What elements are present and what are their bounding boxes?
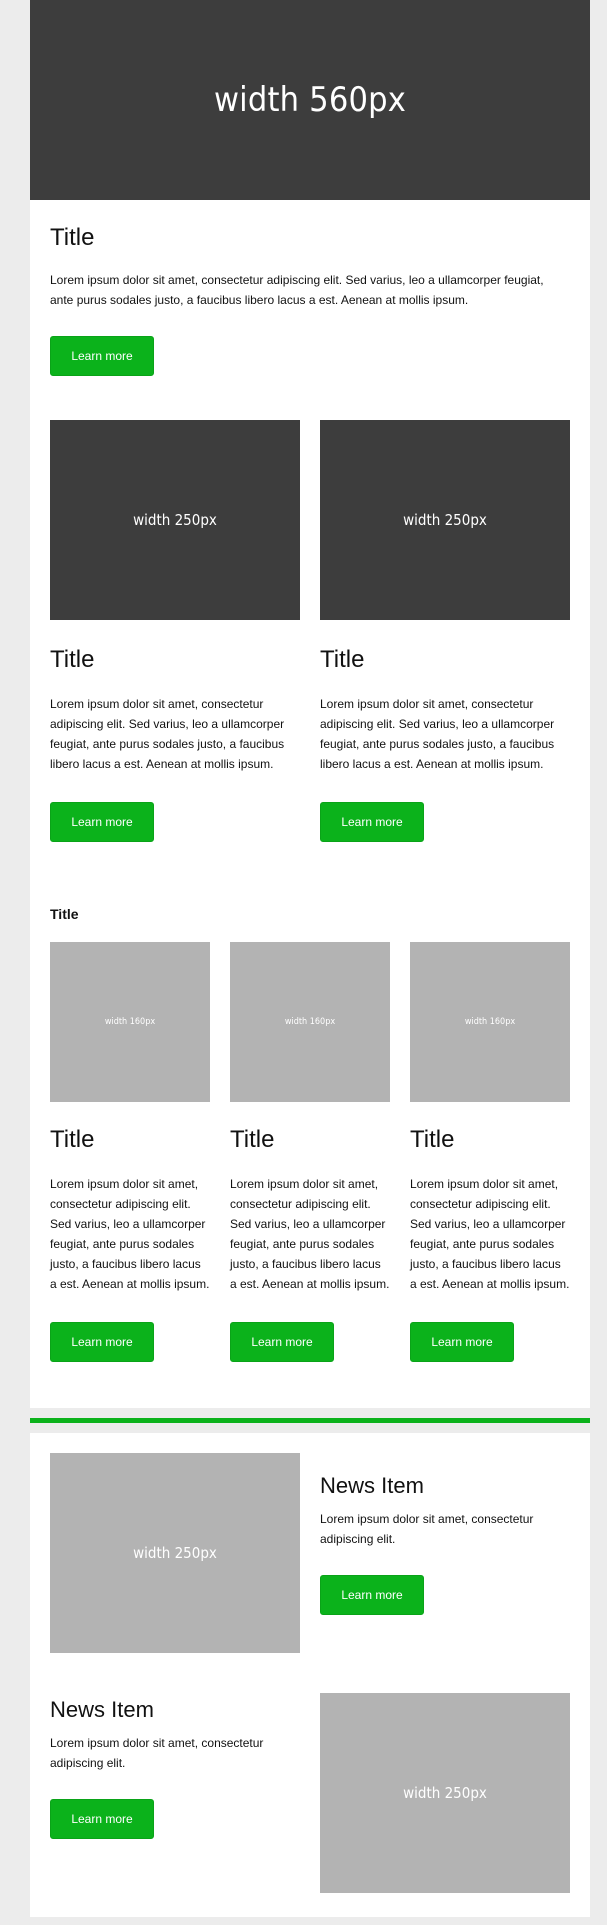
image-placeholder: width 250px <box>50 420 300 620</box>
learn-more-button[interactable]: Learn more <box>410 1322 514 1362</box>
image-label: width 250px <box>133 511 217 529</box>
news-body: Lorem ipsum dolor sit amet, consectetur … <box>320 1512 534 1546</box>
news-item: width 250px News Item Lorem ipsum dolor … <box>50 1453 570 1653</box>
image-label: width 160px <box>104 1017 156 1027</box>
intro-section: Title Lorem ipsum dolor sit amet, consec… <box>50 200 570 396</box>
image-label: width 250px <box>403 511 487 529</box>
news-image-placeholder: width 250px <box>50 1453 300 1653</box>
content-card: Title Lorem ipsum dolor sit amet, consec… <box>30 200 590 1408</box>
image-placeholder: width 160px <box>50 942 210 1102</box>
three-column-item: width 160px Title Lorem ipsum dolor sit … <box>230 942 390 1362</box>
column-body: Lorem ipsum dolor sit amet, consectetur … <box>50 697 285 771</box>
learn-more-button[interactable]: Learn more <box>230 1322 334 1362</box>
image-placeholder: width 250px <box>320 420 570 620</box>
hero-image-label: width 560px <box>213 80 407 120</box>
column-body: Lorem ipsum dolor sit amet, consectetur … <box>230 1177 390 1291</box>
news-learn-more-button[interactable]: Learn more <box>320 1575 424 1615</box>
news-title: News Item <box>50 1697 154 1722</box>
two-column-item: width 250px Title Lorem ipsum dolor sit … <box>50 420 300 842</box>
image-placeholder: width 160px <box>410 942 570 1102</box>
intro-body: Lorem ipsum dolor sit amet, consectetur … <box>50 273 544 307</box>
column-title: Title <box>50 646 95 673</box>
two-column-row: width 250px Title Lorem ipsum dolor sit … <box>50 420 570 842</box>
three-column-section-title: Title <box>50 906 79 922</box>
intro-title: Title <box>50 224 95 251</box>
three-column-item: width 160px Title Lorem ipsum dolor sit … <box>410 942 570 1362</box>
news-text: News Item Lorem ipsum dolor sit amet, co… <box>50 1693 300 1893</box>
news-item: News Item Lorem ipsum dolor sit amet, co… <box>50 1693 570 1893</box>
column-title: Title <box>410 1126 455 1153</box>
image-label: width 160px <box>284 1017 336 1027</box>
news-body: Lorem ipsum dolor sit amet, consectetur … <box>50 1736 264 1770</box>
news-title: News Item <box>320 1473 424 1498</box>
learn-more-button[interactable]: Learn more <box>50 1322 154 1362</box>
news-card: width 250px News Item Lorem ipsum dolor … <box>30 1433 590 1917</box>
intro-learn-more-button[interactable]: Learn more <box>50 336 154 376</box>
hero-image-placeholder: width 560px <box>30 0 590 200</box>
image-label: width 250px <box>403 1784 487 1802</box>
image-label: width 160px <box>464 1017 516 1027</box>
column-title: Title <box>230 1126 275 1153</box>
three-column-item: width 160px Title Lorem ipsum dolor sit … <box>50 942 210 1362</box>
news-image-placeholder: width 250px <box>320 1693 570 1893</box>
three-column-row: width 160px Title Lorem ipsum dolor sit … <box>50 942 570 1362</box>
column-body: Lorem ipsum dolor sit amet, consectetur … <box>50 1177 210 1291</box>
two-column-item: width 250px Title Lorem ipsum dolor sit … <box>320 420 570 842</box>
image-placeholder: width 160px <box>230 942 390 1102</box>
news-text: News Item Lorem ipsum dolor sit amet, co… <box>320 1453 570 1653</box>
news-learn-more-button[interactable]: Learn more <box>50 1799 154 1839</box>
learn-more-button[interactable]: Learn more <box>320 802 424 842</box>
accent-divider <box>30 1418 590 1423</box>
image-label: width 250px <box>133 1544 217 1562</box>
column-body: Lorem ipsum dolor sit amet, consectetur … <box>410 1177 570 1291</box>
column-body: Lorem ipsum dolor sit amet, consectetur … <box>320 697 555 771</box>
column-title: Title <box>320 646 365 673</box>
email-container: width 560px Title Lorem ipsum dolor sit … <box>30 0 590 1917</box>
learn-more-button[interactable]: Learn more <box>50 802 154 842</box>
column-title: Title <box>50 1126 95 1153</box>
